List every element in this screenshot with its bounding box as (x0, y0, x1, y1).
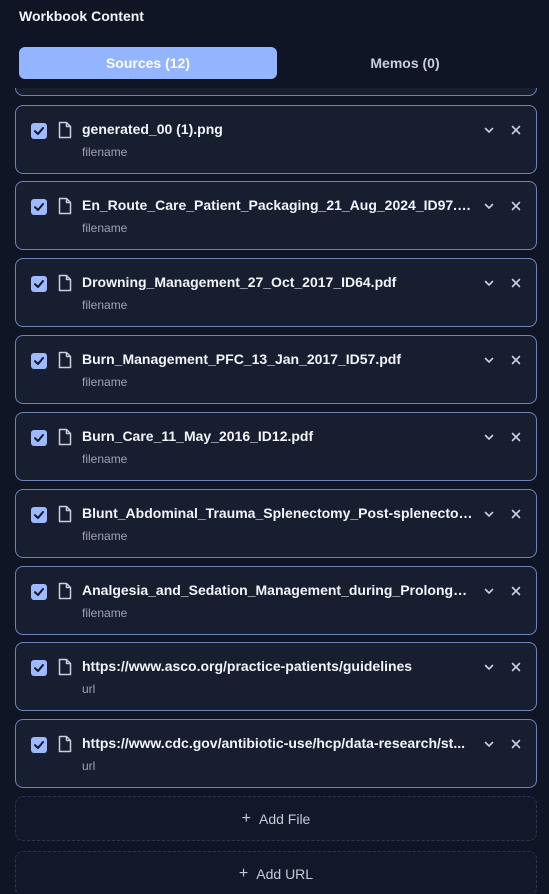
file-icon (58, 121, 72, 139)
source-type: filename (82, 221, 128, 235)
source-checkbox[interactable] (31, 737, 47, 753)
add-file-label: Add File (258, 810, 311, 827)
file-icon (58, 505, 72, 523)
chevron-down-icon[interactable] (482, 199, 496, 213)
check-icon (34, 664, 44, 672)
source-name: Analgesia_and_Sedation_Management_during… (82, 582, 474, 598)
plus-icon: + (238, 864, 249, 882)
source-name: generated_00 (1).png (82, 121, 223, 137)
chevron-down-icon[interactable] (482, 584, 496, 598)
tab-sources[interactable]: Sources (12) (19, 47, 277, 79)
source-checkbox[interactable] (31, 353, 47, 369)
source-type: filename (82, 606, 128, 620)
close-icon[interactable] (509, 276, 523, 290)
source-type: filename (82, 145, 128, 159)
close-icon[interactable] (509, 199, 523, 213)
content-tabs: Sources (12) Memos (0) (19, 47, 533, 79)
sources-list[interactable]: generated_00 (1).png filename En_Route_C… (15, 88, 537, 894)
source-card[interactable]: Analgesia_and_Sedation_Management_during… (15, 566, 537, 635)
source-name: En_Route_Care_Patient_Packaging_21_Aug_2… (82, 197, 474, 213)
source-card[interactable]: https://www.asco.org/practice-patients/g… (15, 642, 537, 711)
file-icon (58, 197, 72, 215)
close-icon[interactable] (509, 507, 523, 521)
source-card[interactable]: Burn_Management_PFC_13_Jan_2017_ID57.pdf… (15, 335, 537, 404)
check-icon (34, 357, 44, 365)
source-checkbox[interactable] (31, 430, 47, 446)
source-card[interactable]: Burn_Care_11_May_2016_ID12.pdf filename (15, 412, 537, 481)
source-checkbox[interactable] (31, 123, 47, 139)
check-icon (34, 127, 44, 135)
file-icon (58, 582, 72, 600)
source-name: Drowning_Management_27_Oct_2017_ID64.pdf (82, 274, 397, 290)
source-card[interactable]: En_Route_Care_Patient_Packaging_21_Aug_2… (15, 181, 537, 250)
source-type: url (82, 759, 96, 773)
file-icon (58, 428, 72, 446)
tab-memos[interactable]: Memos (0) (277, 47, 533, 79)
panel-header: Workbook Content (0, 0, 549, 34)
chevron-down-icon[interactable] (482, 123, 496, 137)
chevron-down-icon[interactable] (482, 507, 496, 521)
source-name: Blunt_Abdominal_Trauma_Splenectomy_Post-… (82, 505, 474, 521)
source-type: url (82, 682, 96, 696)
file-icon (58, 351, 72, 369)
source-card[interactable]: Drowning_Management_27_Oct_2017_ID64.pdf… (15, 258, 537, 327)
close-icon[interactable] (509, 737, 523, 751)
source-checkbox[interactable] (31, 584, 47, 600)
add-url-button[interactable]: + Add URL (15, 851, 537, 894)
source-card[interactable]: https://www.cdc.gov/antibiotic-use/hcp/d… (15, 719, 537, 788)
check-icon (34, 434, 44, 442)
add-url-label: Add URL (256, 865, 314, 882)
source-checkbox[interactable] (31, 660, 47, 676)
source-type: filename (82, 375, 128, 389)
source-type: filename (82, 529, 128, 543)
check-icon (34, 280, 44, 288)
add-file-button[interactable]: + Add File (15, 796, 537, 841)
check-icon (34, 741, 44, 749)
plus-icon: + (241, 809, 251, 827)
source-name: Burn_Management_PFC_13_Jan_2017_ID57.pdf (82, 351, 402, 367)
source-name: https://www.asco.org/practice-patients/g… (82, 658, 413, 674)
check-icon (34, 588, 44, 596)
close-icon[interactable] (509, 430, 523, 444)
chevron-down-icon[interactable] (482, 353, 496, 367)
source-type: filename (82, 298, 128, 312)
close-icon[interactable] (509, 353, 523, 367)
panel-title: Workbook Content (19, 8, 144, 24)
close-icon[interactable] (509, 660, 523, 674)
check-icon (34, 203, 44, 211)
source-checkbox[interactable] (31, 199, 47, 215)
source-type: filename (82, 452, 128, 466)
chevron-down-icon[interactable] (482, 276, 496, 290)
source-checkbox[interactable] (31, 507, 47, 523)
chevron-down-icon[interactable] (482, 737, 496, 751)
file-icon (58, 658, 72, 676)
source-checkbox[interactable] (31, 276, 47, 292)
close-icon[interactable] (509, 123, 523, 137)
source-card[interactable]: generated_00 (1).png filename (15, 105, 537, 174)
close-icon[interactable] (509, 584, 523, 598)
check-icon (34, 511, 44, 519)
source-name: https://www.cdc.gov/antibiotic-use/hcp/d… (82, 735, 465, 751)
file-icon (58, 274, 72, 292)
source-card-partial (15, 88, 537, 96)
source-name: Burn_Care_11_May_2016_ID12.pdf (82, 428, 314, 444)
chevron-down-icon[interactable] (482, 430, 496, 444)
file-icon (58, 735, 72, 753)
source-card[interactable]: Blunt_Abdominal_Trauma_Splenectomy_Post-… (15, 489, 537, 558)
chevron-down-icon[interactable] (482, 660, 496, 674)
